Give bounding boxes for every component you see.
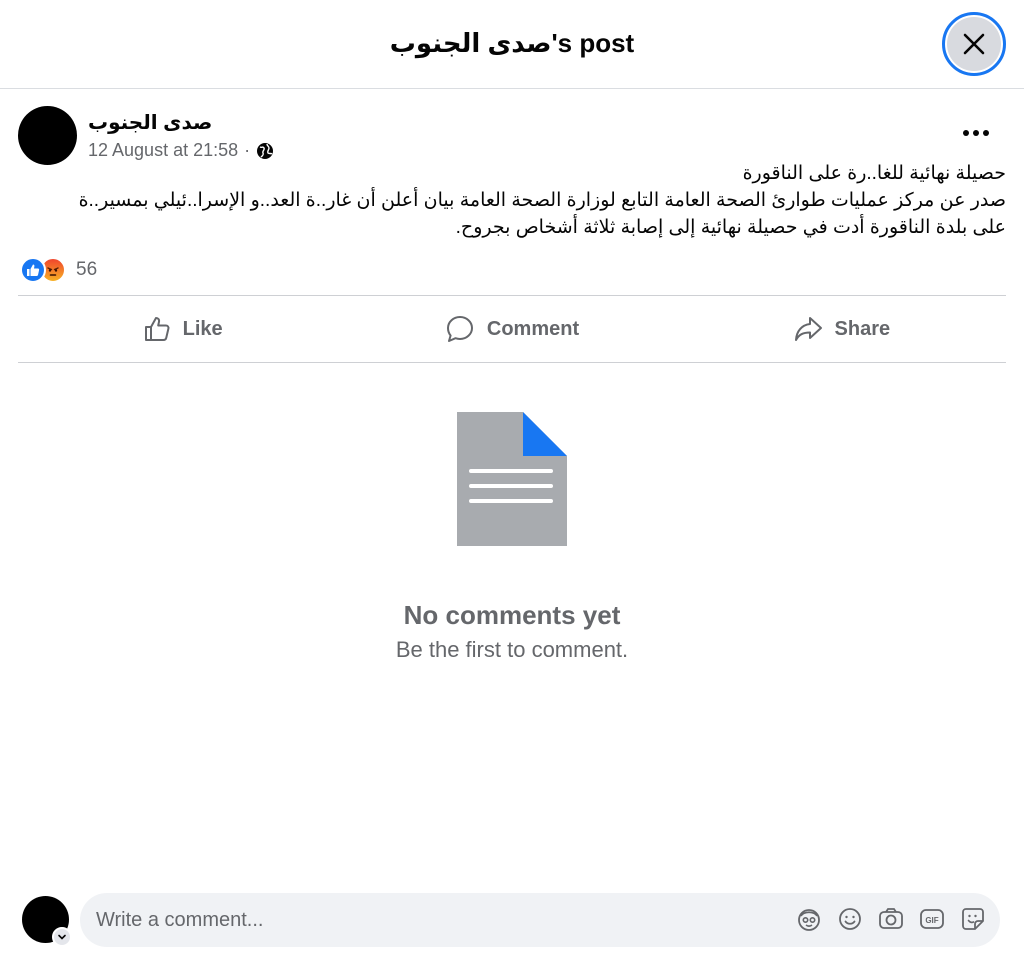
svg-text:GIF: GIF <box>925 916 938 925</box>
avatar-switcher-button[interactable] <box>52 927 72 947</box>
author-avatar[interactable] <box>18 106 77 165</box>
more-icon <box>963 130 989 136</box>
share-button[interactable]: Share <box>677 296 1006 362</box>
comment-box: GIF <box>80 893 1000 947</box>
like-reaction-icon <box>20 257 46 283</box>
close-icon <box>963 33 985 55</box>
post-actions: Like Comment Share <box>18 296 1006 362</box>
reactions-summary[interactable]: 56 <box>20 256 97 284</box>
globe-icon <box>257 142 274 159</box>
divider <box>18 362 1006 363</box>
camera-icon <box>878 907 903 929</box>
more-options-button[interactable] <box>956 118 996 148</box>
reaction-count: 56 <box>76 259 98 280</box>
avatar-sticker-icon <box>797 908 820 931</box>
comment-icon <box>446 316 473 342</box>
empty-state-title: No comments yet <box>403 600 621 630</box>
post-text-line: صدر عن مركز عمليات طوارئ الصحة العامة ال… <box>78 190 1006 211</box>
like-icon <box>144 317 170 341</box>
post-text-line: على بلدة الناقورة أدت في حصيلة نهائية إل… <box>455 217 1006 238</box>
post-text: حصيلة نهائية للغا..رة على الناقورة صدر ع… <box>16 160 1006 241</box>
avatar-sticker-button[interactable] <box>795 905 822 932</box>
comment-button[interactable]: Comment <box>347 296 676 362</box>
comment-label: Comment <box>486 317 580 340</box>
document-icon <box>457 412 567 546</box>
share-icon <box>794 317 822 341</box>
emoji-button[interactable] <box>836 905 863 932</box>
empty-comments-state: No comments yet Be the first to comment. <box>0 412 1024 663</box>
gif-icon: GIF <box>919 908 944 929</box>
dialog-title: صدى الجنوب's post <box>389 28 635 58</box>
post-timestamp[interactable]: 12 August at 21:58 <box>88 140 238 161</box>
sticker-button[interactable] <box>959 905 986 932</box>
gif-button[interactable]: GIF <box>918 905 945 932</box>
meta-separator: · <box>244 140 251 160</box>
chevron-down-icon <box>58 934 66 940</box>
post-meta: 12 August at 21:58 · <box>88 140 274 161</box>
post-text-line: حصيلة نهائية للغا..رة على الناقورة <box>742 163 1006 184</box>
composer-tools: GIF <box>795 905 986 932</box>
author-name[interactable]: صدى الجنوب <box>88 110 212 135</box>
empty-state-subtitle: Be the first to comment. <box>395 637 629 662</box>
like-label: Like <box>182 317 223 340</box>
camera-button[interactable] <box>877 905 904 932</box>
close-button[interactable] <box>942 12 1006 76</box>
comment-input[interactable] <box>96 893 776 947</box>
like-button[interactable]: Like <box>18 296 347 362</box>
post-header: صدى الجنوب 12 August at 21:58 · <box>18 106 1008 166</box>
sticker-icon <box>961 907 984 930</box>
comment-composer: GIF <box>22 893 1002 947</box>
dialog-header: صدى الجنوب's post <box>0 0 1024 89</box>
share-label: Share <box>834 317 891 340</box>
emoji-icon <box>838 907 861 930</box>
